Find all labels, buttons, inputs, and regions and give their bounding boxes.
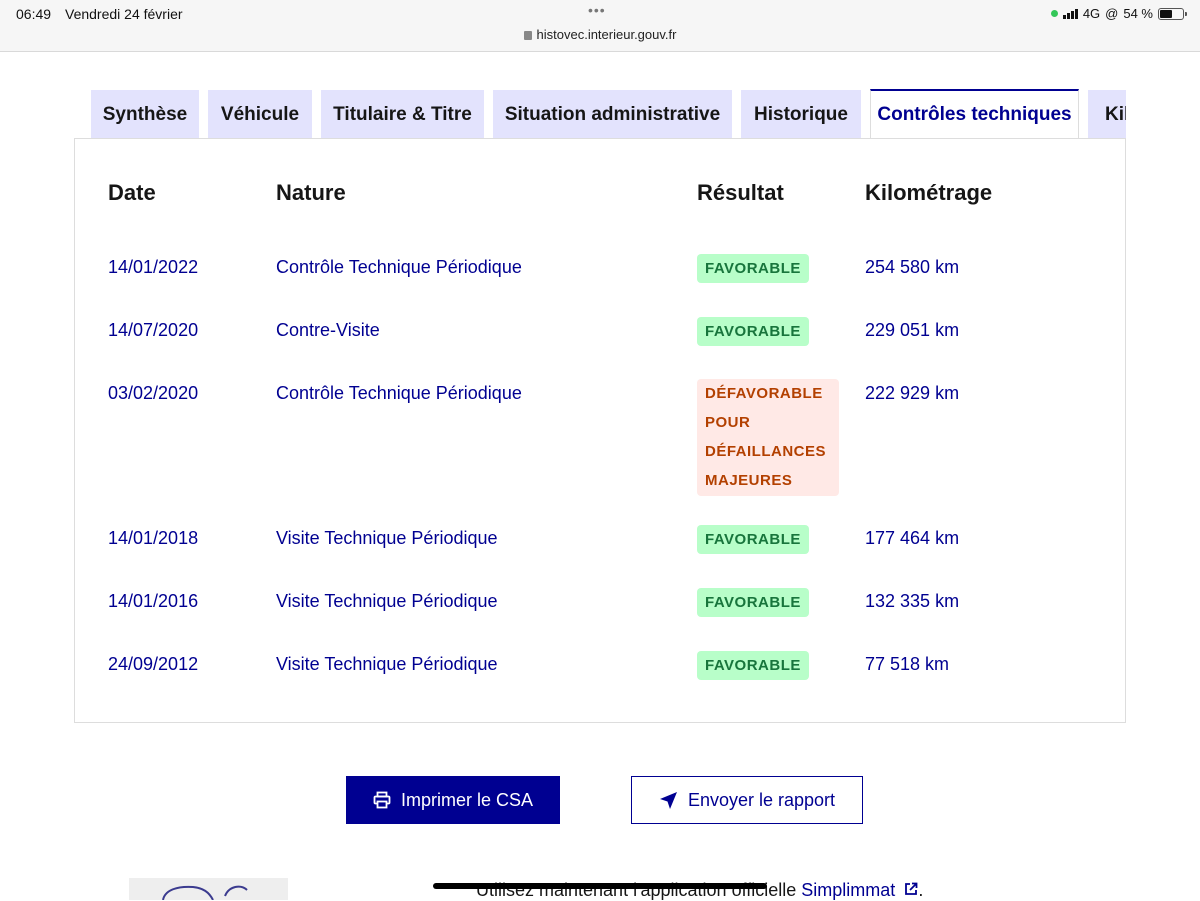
signal-icon	[1062, 8, 1078, 19]
home-indicator[interactable]	[433, 883, 767, 889]
tab-historique[interactable]: Historique	[741, 90, 861, 139]
tab-bar: Synthèse Véhicule Titulaire & Titre Situ…	[91, 89, 1126, 139]
status-bar: 06:49 Vendredi 24 février ••• histovec.i…	[0, 0, 1200, 52]
row-km: 77 518 km	[865, 654, 950, 674]
tab-situation-administrative[interactable]: Situation administrative	[493, 90, 732, 139]
row-date: 14/01/2022	[108, 257, 199, 277]
row-date: 14/01/2018	[108, 528, 199, 548]
row-date: 03/02/2020	[108, 383, 199, 403]
tab-synthese[interactable]: Synthèse	[91, 90, 199, 139]
row-date: 24/09/2012	[108, 654, 199, 674]
row-km: 254 580 km	[865, 257, 960, 277]
row-km: 177 464 km	[865, 528, 960, 548]
row-nature: Contrôle Technique Périodique	[276, 383, 522, 403]
tab-controles-techniques[interactable]: Contrôles techniques	[870, 89, 1079, 139]
row-nature: Contrôle Technique Périodique	[276, 257, 522, 277]
battery-icon	[1158, 7, 1187, 20]
status-time: 06:49	[16, 6, 52, 22]
result-badge: FAVORABLE	[697, 317, 809, 346]
lock-icon	[523, 31, 532, 40]
result-badge: FAVORABLE	[697, 525, 809, 554]
row-km: 132 335 km	[865, 591, 960, 611]
print-csa-button[interactable]: Imprimer le CSA	[346, 776, 560, 824]
tab-vehicule[interactable]: Véhicule	[208, 90, 312, 139]
row-km: 222 929 km	[865, 383, 960, 403]
promo-end: .	[918, 880, 924, 900]
tab-kilometrage[interactable]: Kilo	[1088, 90, 1126, 139]
car-illustration-icon	[162, 885, 248, 900]
send-report-button[interactable]: Envoyer le rapport	[631, 776, 863, 824]
controls-panel	[74, 138, 1126, 723]
url-text: histovec.interieur.gouv.fr	[536, 27, 677, 42]
result-badge: FAVORABLE	[697, 651, 809, 680]
send-report-label: Envoyer le rapport	[687, 789, 836, 810]
printer-icon	[373, 791, 391, 809]
row-date: 14/01/2016	[108, 591, 199, 611]
send-icon	[659, 791, 677, 809]
row-nature: Visite Technique Périodique	[276, 528, 498, 548]
row-km: 229 051 km	[865, 320, 960, 340]
row-nature: Contre-Visite	[276, 320, 380, 340]
address-bar[interactable]: histovec.interieur.gouv.fr	[0, 27, 1200, 42]
header-kilometrage: Kilométrage	[865, 180, 993, 205]
orientation-lock-icon: @	[1105, 6, 1119, 21]
header-nature: Nature	[276, 180, 346, 205]
network-label: 4G	[1082, 6, 1101, 21]
header-date: Date	[108, 180, 156, 205]
battery-label: 54 %	[1123, 6, 1153, 21]
row-nature: Visite Technique Périodique	[276, 654, 498, 674]
row-nature: Visite Technique Périodique	[276, 591, 498, 611]
result-badge: FAVORABLE	[697, 254, 809, 283]
simplimmat-link-label: Simplimmat	[801, 880, 896, 900]
status-indicators: 4G @ 54 %	[1050, 6, 1187, 21]
result-badge-unfavorable: DÉFAVORABLE POUR DÉFAILLANCES MAJEURES	[697, 379, 839, 496]
simplimmat-link[interactable]: Simplimmat	[801, 880, 918, 900]
status-date: Vendredi 24 février	[65, 6, 183, 22]
tab-titulaire-titre[interactable]: Titulaire & Titre	[321, 90, 484, 139]
print-csa-label: Imprimer le CSA	[400, 789, 534, 810]
camera-indicator-icon	[1050, 10, 1058, 17]
external-link-icon	[905, 882, 918, 895]
more-dots-icon[interactable]: •••	[588, 2, 606, 18]
row-date: 14/07/2020	[108, 320, 199, 340]
result-badge: FAVORABLE	[697, 588, 809, 617]
header-resultat: Résultat	[697, 180, 784, 205]
simplimmat-illustration	[129, 878, 288, 900]
